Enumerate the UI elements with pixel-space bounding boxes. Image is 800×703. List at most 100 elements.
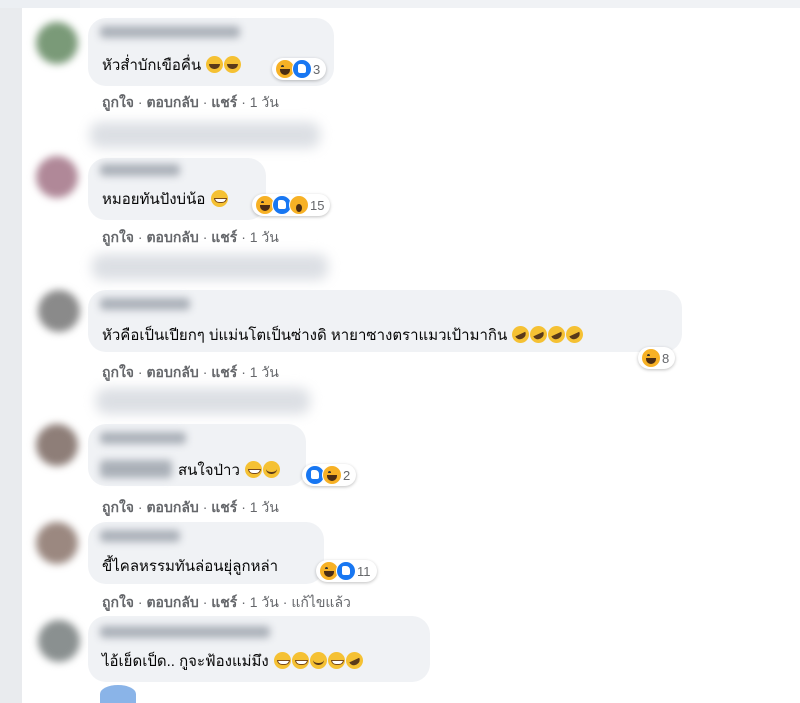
comment-text: หัวคือเป็นเปียกๆ บ่แม่นโตเป็นซ่างดิ หายา… (102, 323, 587, 346)
avatar[interactable] (38, 620, 80, 662)
reply-link[interactable]: ตอบกลับ (146, 364, 198, 380)
like-reaction-icon (336, 561, 356, 581)
comment-actions: ถูกใจ · ตอบกลับ · แชร์ · 1 วัน (102, 92, 279, 114)
grinning-emoji-icon (245, 461, 263, 478)
share-link[interactable]: แชร์ (211, 229, 237, 245)
grinning-emoji-icon (327, 652, 345, 669)
share-link[interactable]: แชร์ (211, 364, 237, 380)
share-link[interactable]: แชร์ (211, 594, 237, 610)
reaction-summary[interactable]: 8 (638, 347, 676, 369)
reply-link[interactable]: ตอบกลับ (146, 594, 198, 610)
separator: · (241, 94, 246, 110)
separator: · (241, 364, 246, 380)
comment-actions: ถูกใจ · ตอบกลับ · แชร์ · 1 วัน (102, 227, 279, 249)
share-link[interactable]: แชร์ (211, 94, 237, 110)
comment-text: หัวส่ำบักเขือคื่น (102, 56, 242, 76)
separator: · (241, 594, 246, 610)
grinning-emoji-icon (210, 190, 228, 207)
commenter-name[interactable] (100, 432, 186, 444)
separator: · (137, 364, 143, 380)
reaction-count: 15 (310, 197, 325, 213)
smiling-emoji-icon (309, 652, 327, 669)
commenter-name[interactable] (100, 26, 240, 38)
left-gutter (0, 0, 22, 703)
separator: · (241, 499, 246, 515)
avatar[interactable] (36, 156, 78, 198)
like-link[interactable]: ถูกใจ (102, 94, 134, 110)
separator: · (241, 229, 246, 245)
smiling-emoji-icon (263, 461, 281, 478)
comment-actions: ถูกใจ · ตอบกลับ · แชร์ · 1 วัน (102, 362, 279, 384)
separator: · (202, 364, 208, 380)
reply-preview[interactable] (92, 254, 328, 280)
reaction-count: 8 (662, 350, 670, 366)
separator: · (137, 499, 143, 515)
comment-text: ขี้ไคลหรรมทันล่อนยุ่ลูกหล่า (102, 557, 278, 577)
commenter-name-continued (100, 460, 172, 478)
laughing-emoji-icon (224, 56, 242, 73)
comment-text: สนใจป่าว (178, 461, 281, 481)
timestamp[interactable]: 1 วัน (250, 94, 279, 110)
grimacing-emoji-icon (273, 652, 291, 669)
fish-sticker-icon (100, 685, 136, 703)
avatar[interactable] (36, 22, 78, 64)
top-divider (0, 0, 80, 8)
avatar[interactable] (38, 290, 80, 332)
timestamp[interactable]: 1 วัน (250, 229, 279, 245)
avatar[interactable] (36, 424, 78, 466)
comment-actions: ถูกใจ · ตอบกลับ · แชร์ · 1 วัน (102, 497, 279, 519)
separator: · (202, 229, 208, 245)
reaction-summary[interactable]: 11 (316, 560, 377, 582)
commenter-name[interactable] (100, 298, 190, 310)
separator: · (137, 94, 143, 110)
like-link[interactable]: ถูกใจ (102, 229, 134, 245)
reply-preview[interactable] (96, 388, 310, 414)
comment-text-content: ไอ้เย็ดเป็ด.. กูจะฟ้องแม่มึง (102, 653, 269, 670)
separator: · (202, 594, 208, 610)
timestamp[interactable]: 1 วัน (250, 364, 279, 380)
edited-label[interactable]: แก้ไขแล้ว (291, 594, 351, 610)
wow-reaction-icon (289, 195, 309, 215)
separator: · (202, 94, 208, 110)
comment-text: หมอยทันปังบ่น้อ (102, 190, 228, 210)
like-reaction-icon (292, 59, 312, 79)
comment-text-content: หมอยทันปังบ่น้อ (102, 191, 206, 208)
separator: · (282, 594, 288, 610)
reaction-summary[interactable]: 2 (302, 464, 357, 486)
timestamp[interactable]: 1 วัน (250, 499, 279, 515)
comment-text-content: สนใจป่าว (178, 462, 240, 479)
share-link[interactable]: แชร์ (211, 499, 237, 515)
reply-preview[interactable] (90, 122, 320, 148)
reaction-count: 2 (343, 467, 351, 483)
comment-text-content: ขี้ไคลหรรมทันล่อนยุ่ลูกหล่า (102, 558, 279, 575)
laughing-emoji-icon (206, 56, 224, 73)
previous-bubble-edge (80, 0, 800, 8)
like-link[interactable]: ถูกใจ (102, 594, 134, 610)
reply-link[interactable]: ตอบกลับ (146, 229, 198, 245)
reaction-summary[interactable]: 3 (272, 58, 327, 80)
reaction-summary[interactable]: 15 (252, 194, 331, 216)
commenter-name[interactable] (100, 626, 270, 638)
commenter-name[interactable] (100, 530, 180, 542)
reaction-count: 3 (313, 61, 321, 77)
grimacing-emoji-icon (291, 652, 309, 669)
comment-text-content: หัวส่ำบักเขือคื่น (102, 57, 202, 74)
comment-text: ไอ้เย็ดเป็ด.. กูจะฟ้องแม่มึง (102, 649, 366, 672)
haha-reaction-icon (641, 348, 661, 368)
rofl-emoji-icon (563, 323, 587, 346)
avatar[interactable] (36, 522, 78, 564)
haha-reaction-icon (322, 465, 342, 485)
reply-link[interactable]: ตอบกลับ (146, 499, 198, 515)
separator: · (137, 229, 143, 245)
separator: · (202, 499, 208, 515)
reaction-count: 11 (357, 563, 371, 579)
rofl-emoji-icon (343, 649, 366, 672)
commenter-name[interactable] (100, 164, 180, 176)
comment-actions: ถูกใจ · ตอบกลับ · แชร์ · 1 วัน · แก้ไขแล… (102, 592, 351, 614)
reply-link[interactable]: ตอบกลับ (146, 94, 198, 110)
comment-text-content: หัวคือเป็นเปียกๆ บ่แม่นโตเป็นซ่างดิ หายา… (102, 327, 508, 344)
timestamp[interactable]: 1 วัน (250, 594, 279, 610)
separator: · (137, 594, 143, 610)
like-link[interactable]: ถูกใจ (102, 364, 134, 380)
like-link[interactable]: ถูกใจ (102, 499, 134, 515)
